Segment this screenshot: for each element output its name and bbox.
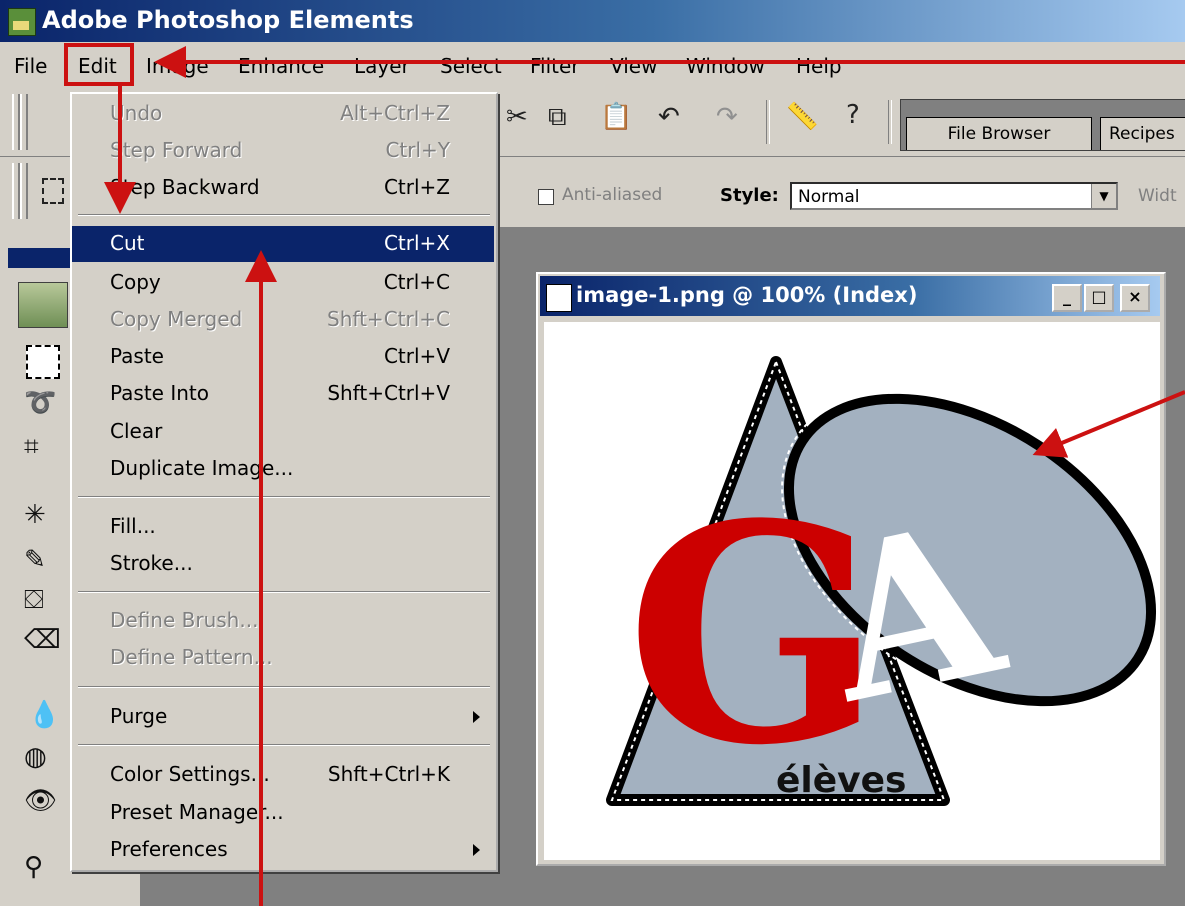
annotation-arrows (104, 46, 1185, 906)
annotation-arrow-to-selection (1032, 390, 1185, 458)
